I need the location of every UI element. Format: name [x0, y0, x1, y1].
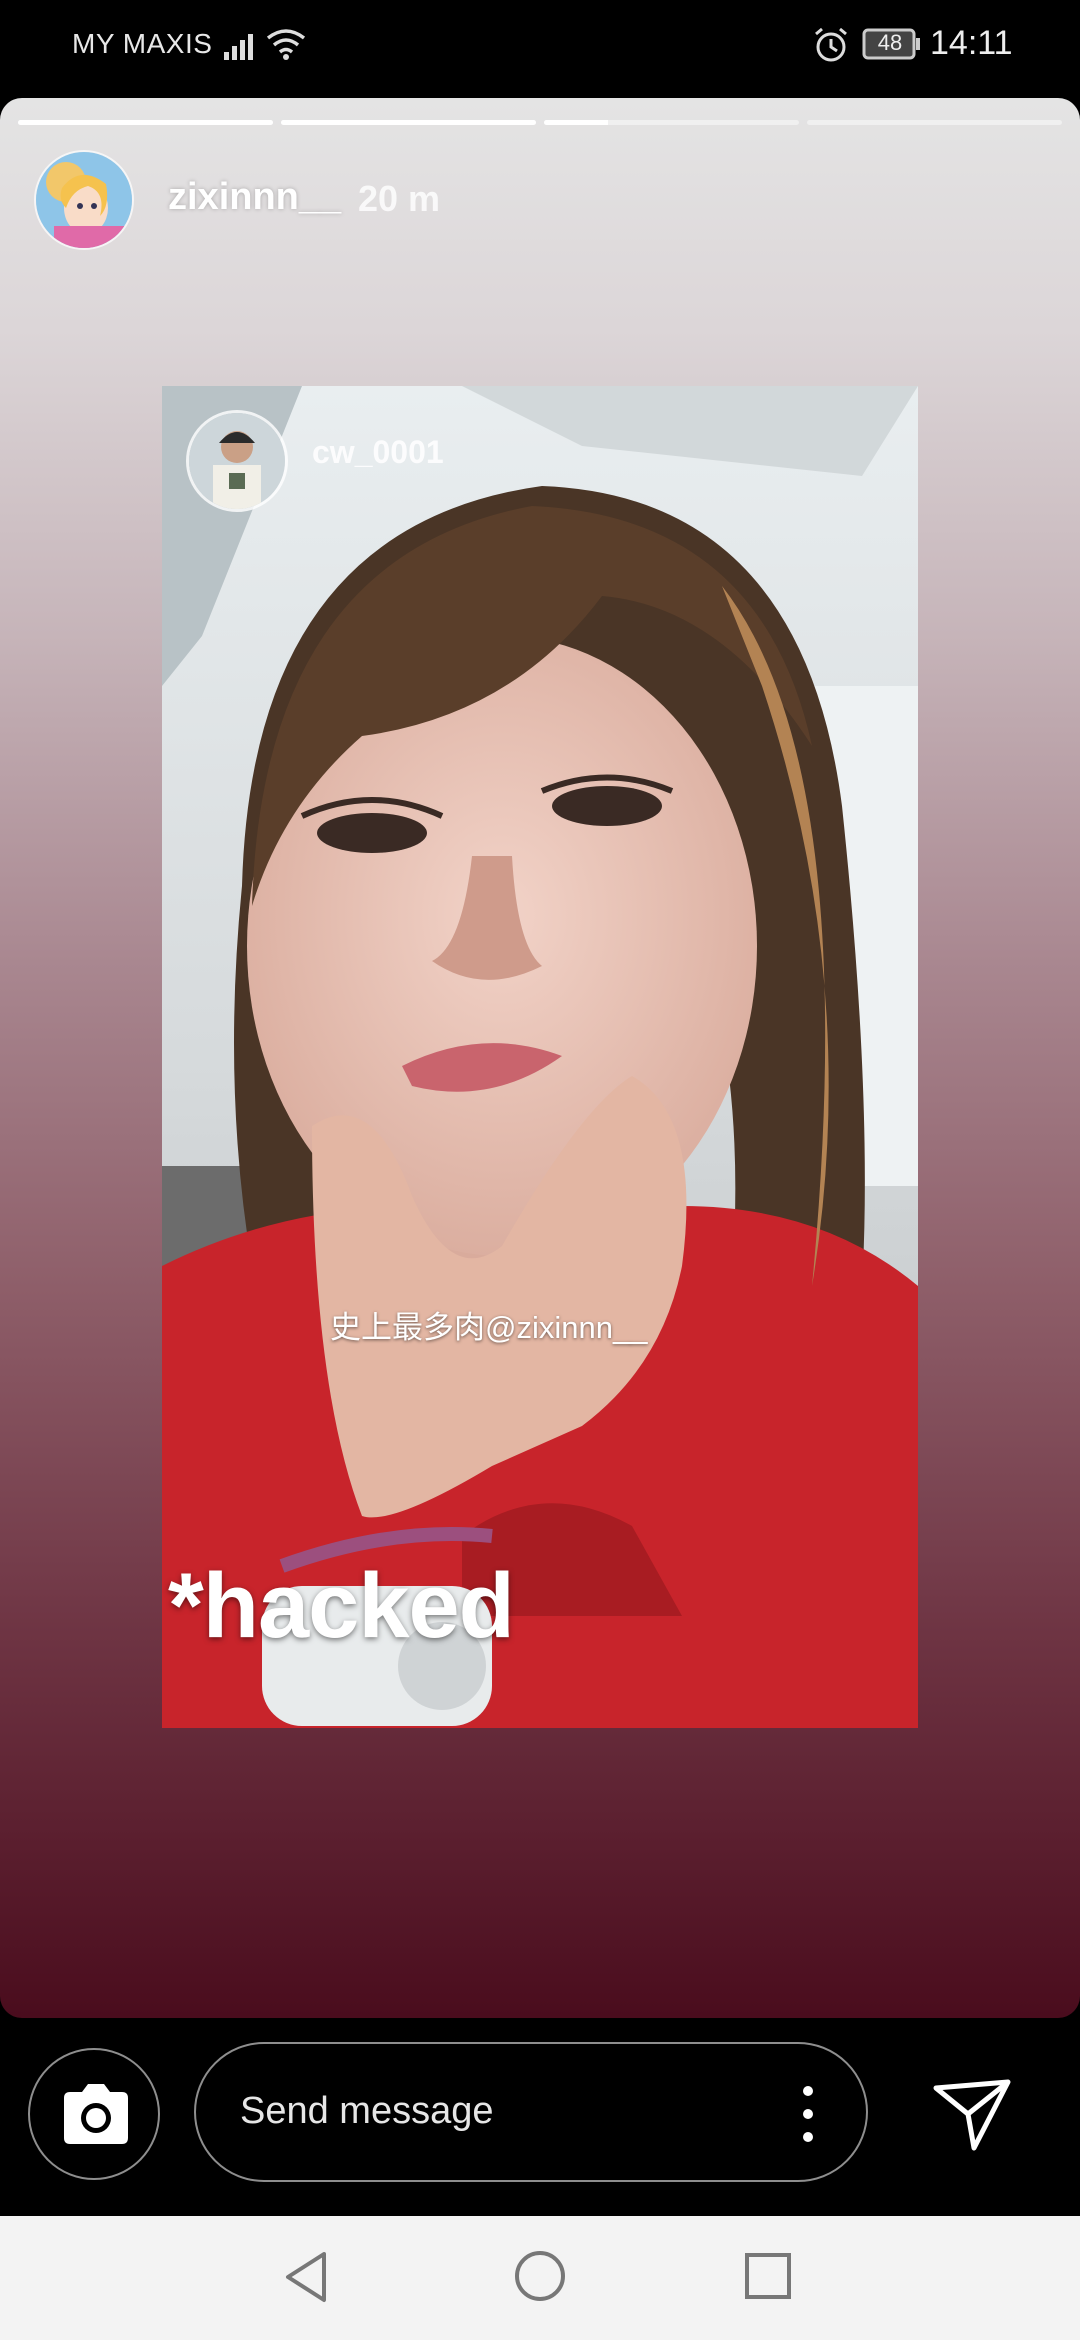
mention-sticker[interactable]: 史上最多肉@zixinnn__: [330, 1302, 647, 1347]
home-icon[interactable]: [514, 2250, 566, 2302]
reposted-story-media[interactable]: cw_0001 史上最多肉@zixinnn__ *hacked: [162, 386, 918, 1728]
reply-bar: Send message: [0, 2018, 1080, 2216]
status-bar: MY MAXIS 48 14:11: [0, 0, 1080, 92]
system-nav-bar: [0, 2216, 1080, 2340]
progress-segment: [18, 120, 273, 125]
send-message-input[interactable]: Send message: [194, 2042, 868, 2182]
reposted-username[interactable]: cw_0001: [312, 434, 444, 471]
back-icon[interactable]: [282, 2250, 330, 2304]
story-username[interactable]: zixinnn__: [168, 176, 341, 219]
alarm-icon: [815, 27, 847, 62]
story-timestamp: 20 m: [358, 178, 441, 219]
status-time: 14:11: [930, 24, 1013, 62]
wifi-icon: [266, 29, 306, 60]
camera-icon: [64, 2084, 128, 2144]
carrier-label: MY MAXIS: [72, 28, 213, 59]
story-viewer[interactable]: zixinnn__ 20 m cw_0001 史上最多肉@zixinnn__ *…: [0, 98, 1080, 2018]
recents-icon[interactable]: [744, 2252, 792, 2300]
send-icon[interactable]: [932, 2078, 1012, 2152]
battery-level: 48: [877, 30, 903, 55]
progress-segment: [544, 120, 799, 125]
signal-icon: [224, 34, 253, 60]
message-placeholder: Send message: [240, 2090, 494, 2132]
profile-avatar[interactable]: [34, 150, 134, 250]
progress-segment: [281, 120, 536, 125]
reposted-avatar[interactable]: [186, 410, 288, 512]
story-progress-bar: [18, 120, 1062, 125]
camera-button[interactable]: [28, 2048, 160, 2180]
more-vertical-icon[interactable]: [800, 2086, 816, 2142]
progress-segment: [807, 120, 1062, 125]
selfie-photo: [162, 386, 918, 1728]
story-caption: *hacked: [168, 1555, 515, 1657]
